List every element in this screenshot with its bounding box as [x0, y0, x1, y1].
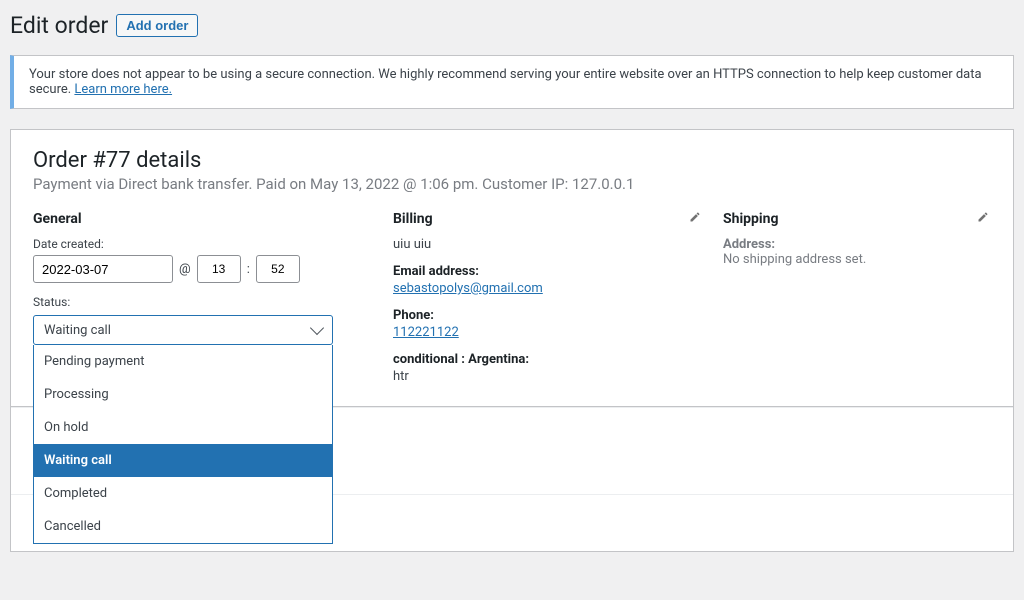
date-created-label: Date created:: [33, 237, 373, 251]
status-selected-value: Waiting call: [44, 323, 111, 338]
general-column: General Date created: @ : Status: Waitin…: [33, 211, 373, 384]
notice-learn-more-link[interactable]: Learn more here.: [74, 82, 172, 97]
shipping-column: Shipping Address: No shipping address se…: [723, 211, 991, 384]
page-title: Edit order: [10, 12, 108, 39]
chevron-down-icon: [310, 321, 324, 335]
status-select[interactable]: Waiting call: [33, 315, 333, 345]
billing-phone-link[interactable]: 112221122: [393, 325, 459, 340]
status-option-pending[interactable]: Pending payment: [34, 345, 332, 378]
edit-shipping-icon[interactable]: [977, 211, 991, 225]
billing-conditional-label: conditional : Argentina:: [393, 352, 685, 367]
shipping-address-label: Address:: [723, 237, 973, 252]
https-notice: Your store does not appear to be using a…: [10, 55, 1014, 109]
status-option-cancelled[interactable]: Cancelled: [34, 510, 332, 543]
status-option-processing[interactable]: Processing: [34, 378, 332, 411]
billing-phone-label: Phone:: [393, 308, 685, 323]
billing-column: Billing uiu uiu Email address: sebastopo…: [393, 211, 703, 384]
shipping-heading: Shipping: [723, 211, 973, 227]
order-title: Order #77 details: [33, 148, 991, 173]
status-dropdown: Pending payment Processing On hold Waiti…: [33, 345, 333, 544]
minute-input[interactable]: [256, 255, 300, 283]
hour-input[interactable]: [197, 255, 241, 283]
billing-conditional-value: htr: [393, 369, 685, 384]
billing-email-label: Email address:: [393, 264, 685, 279]
order-details-panel: Order #77 details Payment via Direct ban…: [10, 129, 1014, 407]
general-heading: General: [33, 211, 373, 227]
status-option-waiting-call[interactable]: Waiting call: [34, 444, 332, 477]
shipping-address-value: No shipping address set.: [723, 252, 973, 267]
billing-heading: Billing: [393, 211, 685, 227]
billing-email-link[interactable]: sebastopolys@gmail.com: [393, 281, 543, 296]
billing-name: uiu uiu: [393, 237, 685, 252]
status-option-on-hold[interactable]: On hold: [34, 411, 332, 444]
add-order-button[interactable]: Add order: [116, 14, 198, 37]
order-subtitle: Payment via Direct bank transfer. Paid o…: [33, 175, 991, 193]
time-colon: :: [247, 262, 250, 277]
edit-billing-icon[interactable]: [689, 211, 703, 225]
status-option-completed[interactable]: Completed: [34, 477, 332, 510]
at-symbol: @: [179, 262, 191, 277]
status-label: Status:: [33, 295, 373, 309]
date-created-input[interactable]: [33, 255, 173, 283]
